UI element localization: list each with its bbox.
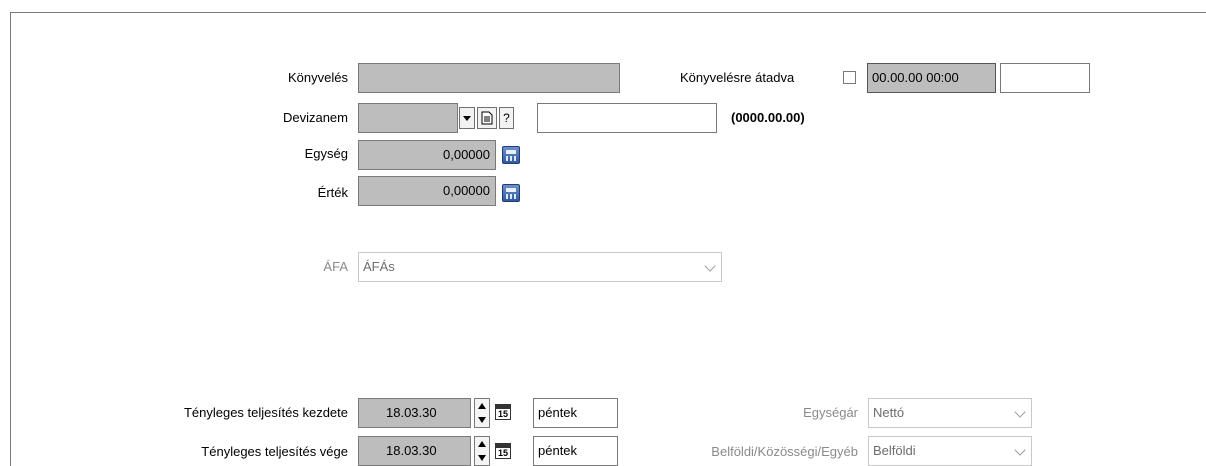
unit-price-select[interactable]: Nettó bbox=[868, 398, 1032, 428]
chevron-down-icon bbox=[1014, 406, 1026, 418]
help-button[interactable]: ? bbox=[499, 107, 514, 129]
transfer-extra-field[interactable] bbox=[1000, 63, 1090, 93]
document-icon[interactable] bbox=[477, 107, 497, 129]
domestic-label: Belföldi/Közösségi/Egyéb bbox=[711, 444, 858, 459]
accounting-label: Könyvelés bbox=[288, 70, 348, 85]
dropdown-arrow-icon[interactable] bbox=[459, 107, 475, 129]
vat-select-value: ÁFÁs bbox=[363, 259, 395, 274]
actual-end-date-field[interactable]: 18.03.30 bbox=[358, 436, 471, 466]
exchange-rate-field[interactable] bbox=[537, 103, 717, 133]
calculator-icon[interactable] bbox=[502, 184, 520, 202]
unit-field[interactable]: 0,00000 bbox=[358, 140, 496, 170]
transfer-datetime-field[interactable]: 00.00.00 00:00 bbox=[867, 63, 996, 93]
chevron-down-icon bbox=[704, 260, 716, 272]
amount-field[interactable]: 0,00000 bbox=[358, 176, 496, 206]
unit-label: Egység bbox=[304, 146, 348, 161]
chevron-down-icon bbox=[1014, 444, 1026, 456]
actual-start-date-field[interactable]: 18.03.30 bbox=[358, 398, 471, 428]
transferred-label: Könyvelésre átadva bbox=[680, 70, 795, 85]
calculator-icon[interactable] bbox=[502, 146, 520, 164]
calendar-icon[interactable]: 15 bbox=[495, 443, 511, 459]
actual-end-label: Tényleges teljesítés vége bbox=[201, 444, 348, 459]
exchange-rate-date: (0000.00.00) bbox=[731, 110, 805, 125]
spinner-icon[interactable] bbox=[474, 436, 490, 466]
actual-start-weekday: péntek bbox=[533, 398, 618, 428]
currency-label: Devizanem bbox=[282, 110, 348, 125]
vat-label: ÁFA bbox=[323, 259, 348, 274]
unit-price-value: Nettó bbox=[873, 405, 905, 420]
accounting-field[interactable] bbox=[358, 63, 620, 93]
calendar-icon[interactable]: 15 bbox=[495, 404, 511, 420]
currency-field[interactable] bbox=[358, 103, 458, 133]
spinner-icon[interactable] bbox=[474, 398, 490, 428]
amount-label: Érték bbox=[317, 185, 348, 200]
unit-price-label: Egységár bbox=[803, 405, 858, 420]
domestic-select[interactable]: Belföldi bbox=[868, 436, 1032, 466]
vat-select[interactable]: ÁFÁs bbox=[358, 252, 722, 282]
transferred-checkbox[interactable] bbox=[843, 71, 856, 84]
actual-start-label: Tényleges teljesítés kezdete bbox=[183, 405, 348, 420]
domestic-value: Belföldi bbox=[873, 443, 916, 458]
actual-end-weekday: péntek bbox=[533, 436, 618, 466]
